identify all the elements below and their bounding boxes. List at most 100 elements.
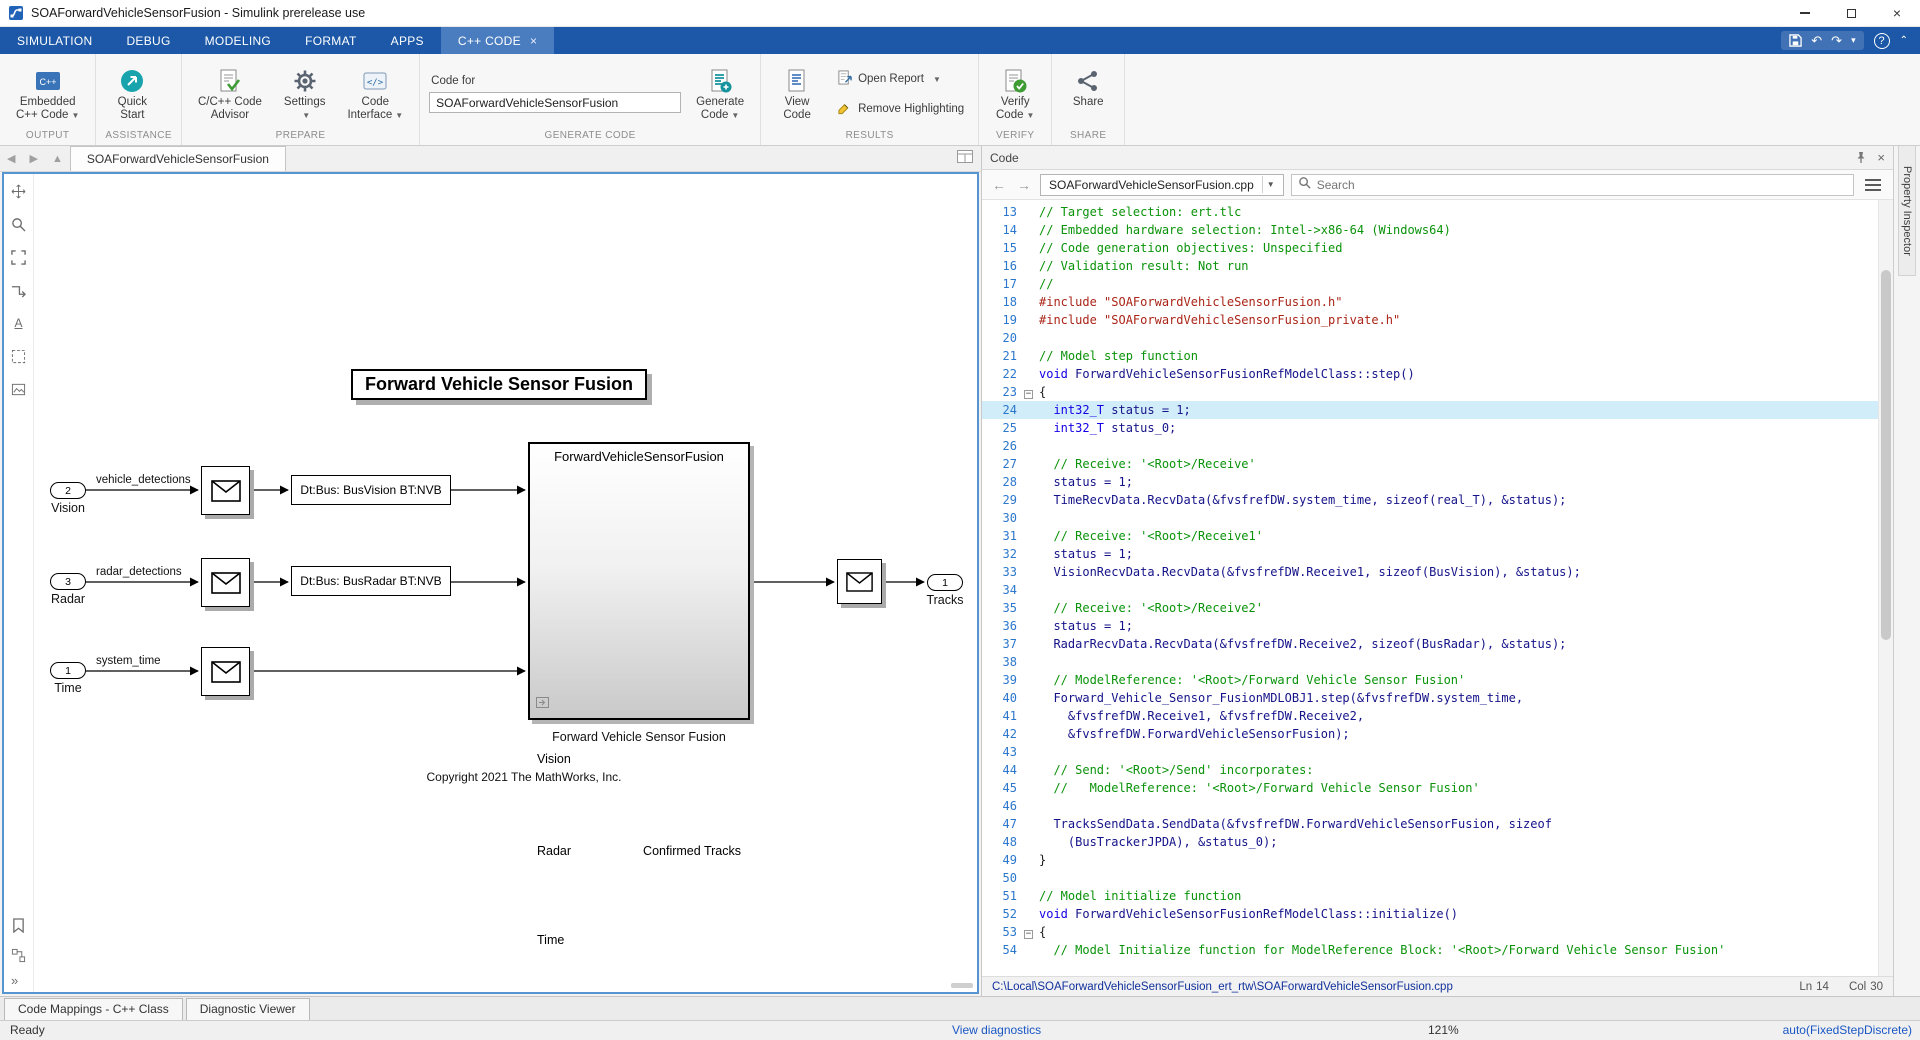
collapse-ribbon-icon[interactable]: ⌃ <box>1900 34 1908 47</box>
generate-code-button[interactable]: Generate Code▼ <box>689 64 751 125</box>
code-line[interactable]: 46 <box>982 797 1878 815</box>
code-line[interactable]: 48 (BusTrackerJPDA), &status_0); <box>982 833 1878 851</box>
canvas-hscrollbar[interactable] <box>951 983 973 988</box>
diagram-title-annotation[interactable]: Forward Vehicle Sensor Fusion <box>351 369 647 400</box>
code-line[interactable]: 51// Model initialize function <box>982 887 1878 905</box>
code-line[interactable]: 23−{ <box>982 383 1878 401</box>
code-forward-icon[interactable]: → <box>1015 177 1033 193</box>
code-line[interactable]: 41 &fvsfrefDW.Receive1, &fvsfrefDW.Recei… <box>982 707 1878 725</box>
code-line[interactable]: 38 <box>982 653 1878 671</box>
tab-apps[interactable]: APPS <box>374 27 441 54</box>
settings-button[interactable]: Settings ▼ <box>277 64 333 125</box>
code-line[interactable]: 39 // ModelReference: '<Root>/Forward Ve… <box>982 671 1878 689</box>
inport-radar-label[interactable]: Radar <box>33 592 103 606</box>
code-scrollbar-thumb[interactable] <box>1881 270 1891 640</box>
code-line[interactable]: 49} <box>982 851 1878 869</box>
code-interface-button[interactable]: </> Code Interface▼ <box>340 64 410 125</box>
tab-code-mappings[interactable]: Code Mappings - C++ Class <box>4 998 183 1020</box>
code-line[interactable]: 44 // Send: '<Root>/Send' incorporates: <box>982 761 1878 779</box>
zoom-level[interactable]: 121% <box>1428 1023 1459 1037</box>
back-icon[interactable]: ◀ <box>0 152 22 165</box>
view-code-button[interactable]: View Code <box>770 64 824 125</box>
remove-highlighting-button[interactable]: Remove Highlighting <box>832 98 969 120</box>
forward-icon[interactable]: ▶ <box>22 152 44 165</box>
signal-label-radar-detections[interactable]: radar_detections <box>96 566 182 578</box>
code-line[interactable]: 45 // ModelReference: '<Root>/Forward Ve… <box>982 779 1878 797</box>
route-lines-icon[interactable] <box>10 281 28 299</box>
pan-icon[interactable] <box>10 182 28 200</box>
code-line[interactable]: 43 <box>982 743 1878 761</box>
pin-icon[interactable] <box>1855 151 1867 164</box>
open-report-button[interactable]: Open Report ▼ <box>832 68 969 90</box>
model-canvas[interactable]: Forward Vehicle Sensor Fusion 2 Vision v… <box>34 174 977 992</box>
file-dropdown[interactable]: SOAForwardVehicleSensorFusion.cpp ▼ <box>1040 174 1284 196</box>
editor-layout-icon[interactable] <box>957 150 973 168</box>
image-annotation-icon[interactable] <box>10 380 28 398</box>
code-line[interactable]: 52void ForwardVehicleSensorFusionRefMode… <box>982 905 1878 923</box>
viewmarks-icon[interactable] <box>10 916 28 934</box>
code-line[interactable]: 14// Embedded hardware selection: Intel-… <box>982 221 1878 239</box>
tab-modeling[interactable]: MODELING <box>188 27 288 54</box>
code-line[interactable]: 24 int32_T status = 1; <box>982 401 1878 419</box>
tab-simulation[interactable]: SIMULATION <box>0 27 109 54</box>
receive-block-radar[interactable] <box>201 558 250 607</box>
outport-tracks[interactable]: 1 <box>927 574 963 591</box>
copyright-annotation[interactable]: Copyright 2021 The MathWorks, Inc. <box>394 770 654 784</box>
search-input[interactable] <box>1317 178 1847 192</box>
code-line[interactable]: 18#include "SOAForwardVehicleSensorFusio… <box>982 293 1878 311</box>
code-line[interactable]: 20 <box>982 329 1878 347</box>
outport-tracks-label[interactable]: Tracks <box>910 593 979 607</box>
code-line[interactable]: 13// Target selection: ert.tlc <box>982 203 1878 221</box>
send-block-tracks[interactable] <box>837 559 882 604</box>
tab-debug[interactable]: DEBUG <box>109 27 187 54</box>
code-line[interactable]: 40 Forward_Vehicle_Sensor_FusionMDLOBJ1.… <box>982 689 1878 707</box>
code-line[interactable]: 16// Validation result: Not run <box>982 257 1878 275</box>
tab-diagnostic-viewer[interactable]: Diagnostic Viewer <box>186 998 310 1020</box>
code-line[interactable]: 19#include "SOAForwardVehicleSensorFusio… <box>982 311 1878 329</box>
tab-close-icon[interactable]: × <box>530 34 537 48</box>
code-line[interactable]: 47 TracksSendData.SendData(&fvsfrefDW.Fo… <box>982 815 1878 833</box>
code-line[interactable]: 26 <box>982 437 1878 455</box>
verify-code-button[interactable]: Verify Code▼ <box>988 64 1042 125</box>
signal-lines[interactable] <box>34 174 979 874</box>
code-line[interactable]: 17// <box>982 275 1878 293</box>
close-button[interactable]: × <box>1874 0 1920 26</box>
code-advisor-button[interactable]: C/C++ Code Advisor <box>191 64 269 125</box>
help-icon[interactable]: ? <box>1874 33 1890 49</box>
code-line[interactable]: 42 &fvsfrefDW.ForwardVehicleSensorFusion… <box>982 725 1878 743</box>
minimize-button[interactable] <box>1782 0 1828 26</box>
redo-icon[interactable]: ↷ <box>1831 34 1842 47</box>
code-line[interactable]: 15// Code generation objectives: Unspeci… <box>982 239 1878 257</box>
up-level-icon[interactable]: ▲ <box>45 153 70 165</box>
code-line[interactable]: 34 <box>982 581 1878 599</box>
code-line[interactable]: 28 status = 1; <box>982 473 1878 491</box>
undo-icon[interactable]: ↶ <box>1811 34 1822 47</box>
code-view[interactable]: 13// Target selection: ert.tlc14// Embed… <box>982 200 1893 976</box>
close-panel-icon[interactable]: × <box>1877 150 1885 165</box>
view-diagnostics-link[interactable]: View diagnostics <box>952 1023 1041 1037</box>
code-line[interactable]: 22void ForwardVehicleSensorFusionRefMode… <box>982 365 1878 383</box>
signal-label-system-time[interactable]: system_time <box>96 655 161 667</box>
code-line[interactable]: 21// Model step function <box>982 347 1878 365</box>
document-tab[interactable]: SOAForwardVehicleSensorFusion <box>70 146 286 171</box>
zoom-icon[interactable] <box>10 215 28 233</box>
tab-format[interactable]: FORMAT <box>288 27 374 54</box>
signal-label-vehicle-detections[interactable]: vehicle_detections <box>96 474 191 486</box>
code-line[interactable]: 50 <box>982 869 1878 887</box>
fit-view-icon[interactable] <box>10 248 28 266</box>
inport-vision[interactable]: 2 <box>50 482 86 499</box>
expand-panel-icon[interactable]: » <box>11 973 18 988</box>
inport-radar[interactable]: 3 <box>50 573 86 590</box>
model-block-caption[interactable]: Forward Vehicle Sensor Fusion <box>528 730 750 744</box>
receive-block-vision[interactable] <box>201 466 250 515</box>
code-line[interactable]: 27 // Receive: '<Root>/Receive' <box>982 455 1878 473</box>
code-line[interactable]: 54 // Model Initialize function for Mode… <box>982 941 1878 959</box>
share-button[interactable]: Share <box>1061 64 1115 125</box>
inport-time-label[interactable]: Time <box>33 681 103 695</box>
model-reference-block[interactable]: ForwardVehicleSensorFusion Vision Radar … <box>528 442 750 720</box>
area-select-icon[interactable] <box>10 347 28 365</box>
code-line[interactable]: 25 int32_T status_0; <box>982 419 1878 437</box>
tab-cpp-code[interactable]: C++ CODE × <box>441 27 554 54</box>
code-scrollbar[interactable] <box>1878 200 1893 976</box>
code-line[interactable]: 32 status = 1; <box>982 545 1878 563</box>
